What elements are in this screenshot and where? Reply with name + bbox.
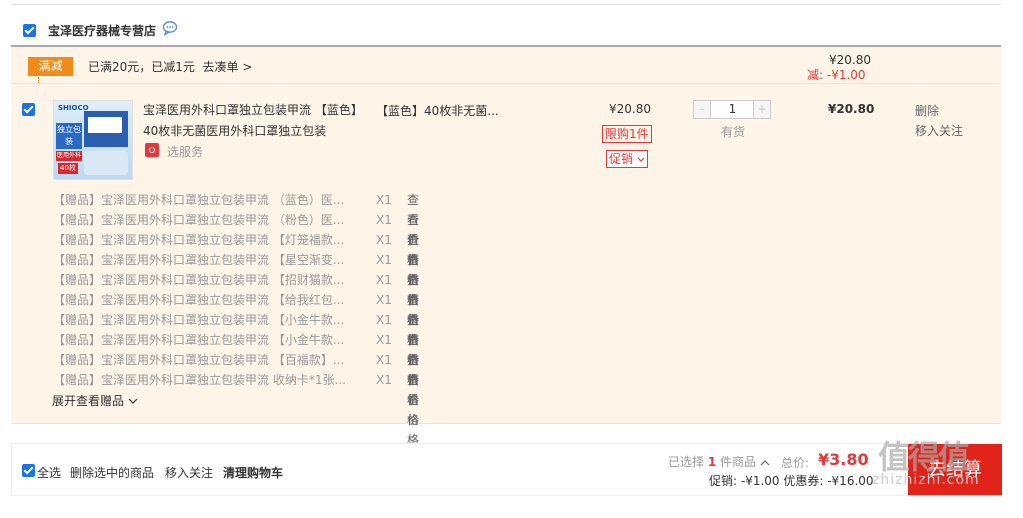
promo-dropdown-label: 促销 — [609, 152, 634, 166]
cart-footer: 全选 删除选中的商品 移入关注 清理购物车 已选择 1 件商品 总价: ¥3.8… — [11, 443, 1002, 496]
product-box-label — [88, 117, 122, 133]
gift-name[interactable]: 【赠品】宝泽医用外科口罩独立包装甲流 【给我红包... — [53, 290, 344, 310]
clear-cart-link[interactable]: 清理购物车 — [223, 464, 283, 481]
item-title[interactable]: 宝泽医用外科口罩独立包装甲流 【蓝色】40枚非无菌医用外科口罩独立包装 — [143, 100, 358, 142]
promo-minus: 减: -¥1.00 — [807, 68, 866, 82]
move-selected-to-favorites-link[interactable]: 移入关注 — [165, 464, 213, 481]
gift-name[interactable]: 【赠品】宝泽医用外科口罩独立包装甲流 【百福款】... — [53, 350, 344, 370]
promo-link[interactable]: 去凑单 > — [203, 60, 253, 74]
cart-item: SHIOCO 独立包装 医用外科 40枚 宝泽医用外科口罩独立包装甲流 【蓝色】… — [11, 84, 1001, 447]
discount-summary: 促销: -¥1.00 优惠券: -¥16.00 — [709, 474, 874, 488]
promo-dropdown[interactable]: 促销 — [606, 150, 648, 168]
chevron-up-icon — [760, 460, 770, 466]
item-spec[interactable]: 【蓝色】40枚非无菌... — [376, 102, 499, 119]
product-image-badge: 独立包装 — [56, 123, 82, 149]
delete-item-link[interactable]: 删除 — [915, 102, 939, 119]
gift-qty: X1 — [376, 373, 392, 387]
gift-qty: X1 — [376, 193, 392, 207]
gift-qty: X1 — [376, 233, 392, 247]
promo-sum: ¥20.80 — [829, 53, 871, 67]
promo-band: 满减 已满20元，已减1元 去凑单 > ¥20.80 减: -¥1.00 — [11, 47, 1001, 95]
expand-gifts-label: 展开查看赠品 — [52, 394, 125, 408]
select-all-label[interactable]: 全选 — [37, 464, 61, 481]
product-image-stripe: 医用外科 — [56, 151, 82, 161]
item-subtotal: ¥20.80 — [828, 102, 875, 116]
gift-qty: X1 — [376, 313, 392, 327]
qty-decrease-button[interactable]: - — [694, 101, 711, 118]
stock-status: 有货 — [721, 125, 746, 139]
delete-selected-link[interactable]: 删除选中的商品 — [70, 464, 154, 481]
product-mask-shape — [84, 151, 128, 175]
chevron-down-icon — [128, 398, 138, 404]
gift-qty: X1 — [376, 293, 392, 307]
promo-text: 已满20元，已减1元 去凑单 > — [88, 58, 252, 75]
selected-prefix: 已选择 — [668, 455, 705, 469]
move-to-favorites-link[interactable]: 移入关注 — [915, 122, 963, 139]
qty-input[interactable]: 1 — [711, 101, 754, 118]
gift-qty: X1 — [376, 333, 392, 347]
shop-header: 宝泽医疗器械专营店 — [11, 5, 1001, 45]
item-checkbox[interactable] — [22, 103, 35, 116]
select-service-link[interactable]: 选服务 — [167, 143, 203, 160]
gift-qty: X1 — [376, 273, 392, 287]
gift-name[interactable]: 【赠品】宝泽医用外科口罩独立包装甲流 （蓝色）医... — [53, 190, 344, 210]
manjian-tag: 满减 — [28, 57, 73, 76]
selected-summary[interactable]: 已选择 1 件商品 — [668, 453, 770, 470]
total-label: 总价: — [781, 456, 810, 470]
product-image[interactable]: SHIOCO 独立包装 医用外科 40枚 — [53, 100, 133, 180]
chat-bubble-icon[interactable] — [162, 20, 178, 36]
limit-tag: 限购1件 — [602, 125, 652, 143]
promo-status: 已满20元，已减1元 — [88, 60, 195, 74]
shop-checkbox[interactable] — [23, 24, 36, 37]
gift-name[interactable]: 【赠品】宝泽医用外科口罩独立包装甲流 【小金牛款... — [53, 310, 344, 330]
gift-name[interactable]: 【赠品】宝泽医用外科口罩独立包装甲流 【灯笼福款... — [53, 230, 344, 250]
selected-suffix: 件商品 — [720, 455, 757, 469]
chevron-down-icon — [637, 157, 645, 162]
quantity-stepper: - 1 + — [693, 100, 771, 119]
gift-name[interactable]: 【赠品】宝泽医用外科口罩独立包装甲流 【招财猫款... — [53, 270, 344, 290]
gift-name[interactable]: 【赠品】宝泽医用外科口罩独立包装甲流 （粉色）医... — [53, 210, 344, 230]
qty-increase-button[interactable]: + — [753, 101, 770, 118]
gift-name[interactable]: 【赠品】宝泽医用外科口罩独立包装甲流 收纳卡*1张... — [53, 370, 346, 390]
service-icon[interactable] — [145, 143, 159, 157]
gift-name[interactable]: 【赠品】宝泽医用外科口罩独立包装甲流 【小金牛款... — [53, 330, 344, 350]
select-all-checkbox[interactable] — [22, 464, 35, 477]
gift-qty: X1 — [376, 253, 392, 267]
gift-qty: X1 — [376, 353, 392, 367]
selected-count: 1 — [707, 455, 717, 469]
gift-name[interactable]: 【赠品】宝泽医用外科口罩独立包装甲流 【星空渐变... — [53, 250, 344, 270]
expand-gifts-link[interactable]: 展开查看赠品 — [52, 392, 138, 409]
product-image-count: 40枚 — [58, 163, 78, 174]
gift-qty: X1 — [376, 213, 392, 227]
total-price: ¥3.80 — [818, 450, 869, 469]
watermark-site: zhizhizhi.com — [872, 472, 980, 488]
gift-view-price-link[interactable]: 查看价格 — [407, 370, 419, 450]
unit-price: ¥20.80 — [609, 102, 651, 116]
shop-name[interactable]: 宝泽医疗器械专营店 — [48, 22, 156, 39]
